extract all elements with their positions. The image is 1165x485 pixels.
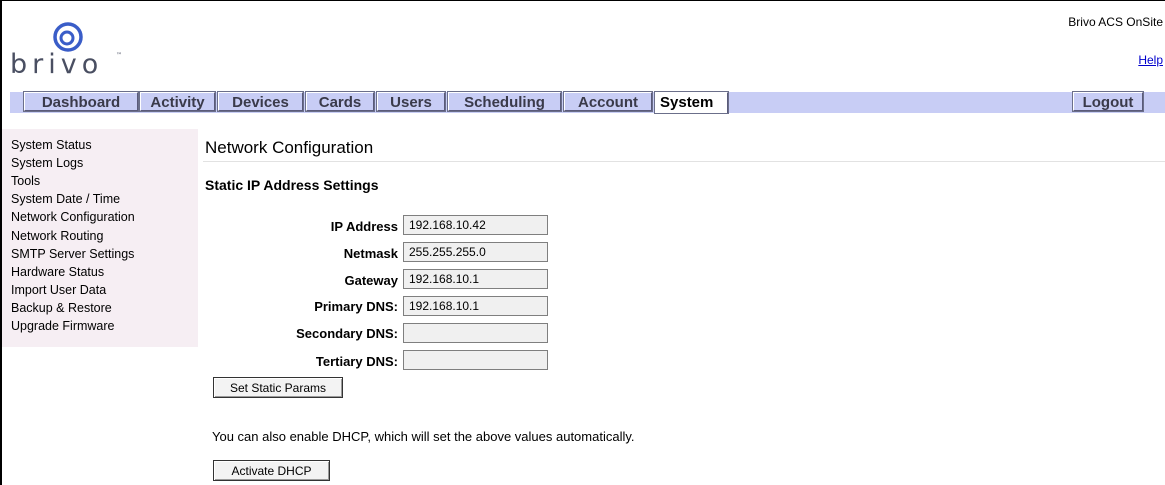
sidebar-item-backup-restore[interactable]: Backup & Restore [11,301,112,316]
brivo-logo: brivo ™ [10,22,122,80]
tab-dashboard[interactable]: Dashboard [23,91,139,112]
netmask-label: Netmask [343,246,398,261]
sidebar-item-system-date-time[interactable]: System Date / Time [11,192,120,207]
sidebar-item-system-status[interactable]: System Status [11,138,92,153]
activate-dhcp-button[interactable]: Activate DHCP [213,460,330,481]
tab-system[interactable]: System [654,91,729,114]
tertiary-dns-input[interactable] [403,350,548,370]
help-link[interactable]: Help [1138,53,1163,67]
tab-devices[interactable]: Devices [217,91,304,112]
ip-address-label: IP Address [330,219,398,234]
title-divider [203,161,1165,162]
sidebar-item-system-logs[interactable]: System Logs [11,156,83,171]
primary-dns-input[interactable] [403,296,548,316]
secondary-dns-input[interactable] [403,323,548,343]
sidebar-item-tools[interactable]: Tools [11,174,40,189]
gateway-input[interactable] [403,269,548,289]
sidebar: System Status System Logs Tools System D… [2,129,198,347]
tab-activity[interactable]: Activity [139,91,216,112]
tertiary-dns-label: Tertiary DNS: [315,354,398,369]
logo-wordmark: brivo [10,49,104,80]
sidebar-item-network-configuration[interactable]: Network Configuration [11,210,135,225]
dhcp-note: You can also enable DHCP, which will set… [212,429,635,444]
secondary-dns-label: Secondary DNS: [296,326,398,341]
tab-scheduling[interactable]: Scheduling [447,91,562,112]
logo-trademark: ™ [116,52,122,59]
sidebar-item-network-routing[interactable]: Network Routing [11,229,103,244]
sidebar-item-upgrade-firmware[interactable]: Upgrade Firmware [11,319,115,334]
main-nav-bar: Dashboard Activity Devices Cards Users S… [10,91,1165,114]
sidebar-item-import-user-data[interactable]: Import User Data [11,283,106,298]
ip-address-input[interactable] [403,215,548,235]
logout-button[interactable]: Logout [1072,91,1144,112]
brivo-logo-mark-icon [53,22,83,52]
primary-dns-label: Primary DNS: [314,299,398,314]
sidebar-item-smtp-server-settings[interactable]: SMTP Server Settings [11,247,134,262]
page-title: Network Configuration [205,138,374,157]
netmask-input[interactable] [403,242,548,262]
tab-users[interactable]: Users [376,91,446,112]
gateway-label: Gateway [344,273,398,288]
sidebar-item-hardware-status[interactable]: Hardware Status [11,265,104,280]
section-title: Static IP Address Settings [205,177,379,193]
product-name: Brivo ACS OnSite [1068,15,1163,29]
window-top-border [0,0,1165,1]
tab-account[interactable]: Account [563,91,653,112]
set-static-params-button[interactable]: Set Static Params [213,377,343,398]
tab-cards[interactable]: Cards [305,91,375,112]
